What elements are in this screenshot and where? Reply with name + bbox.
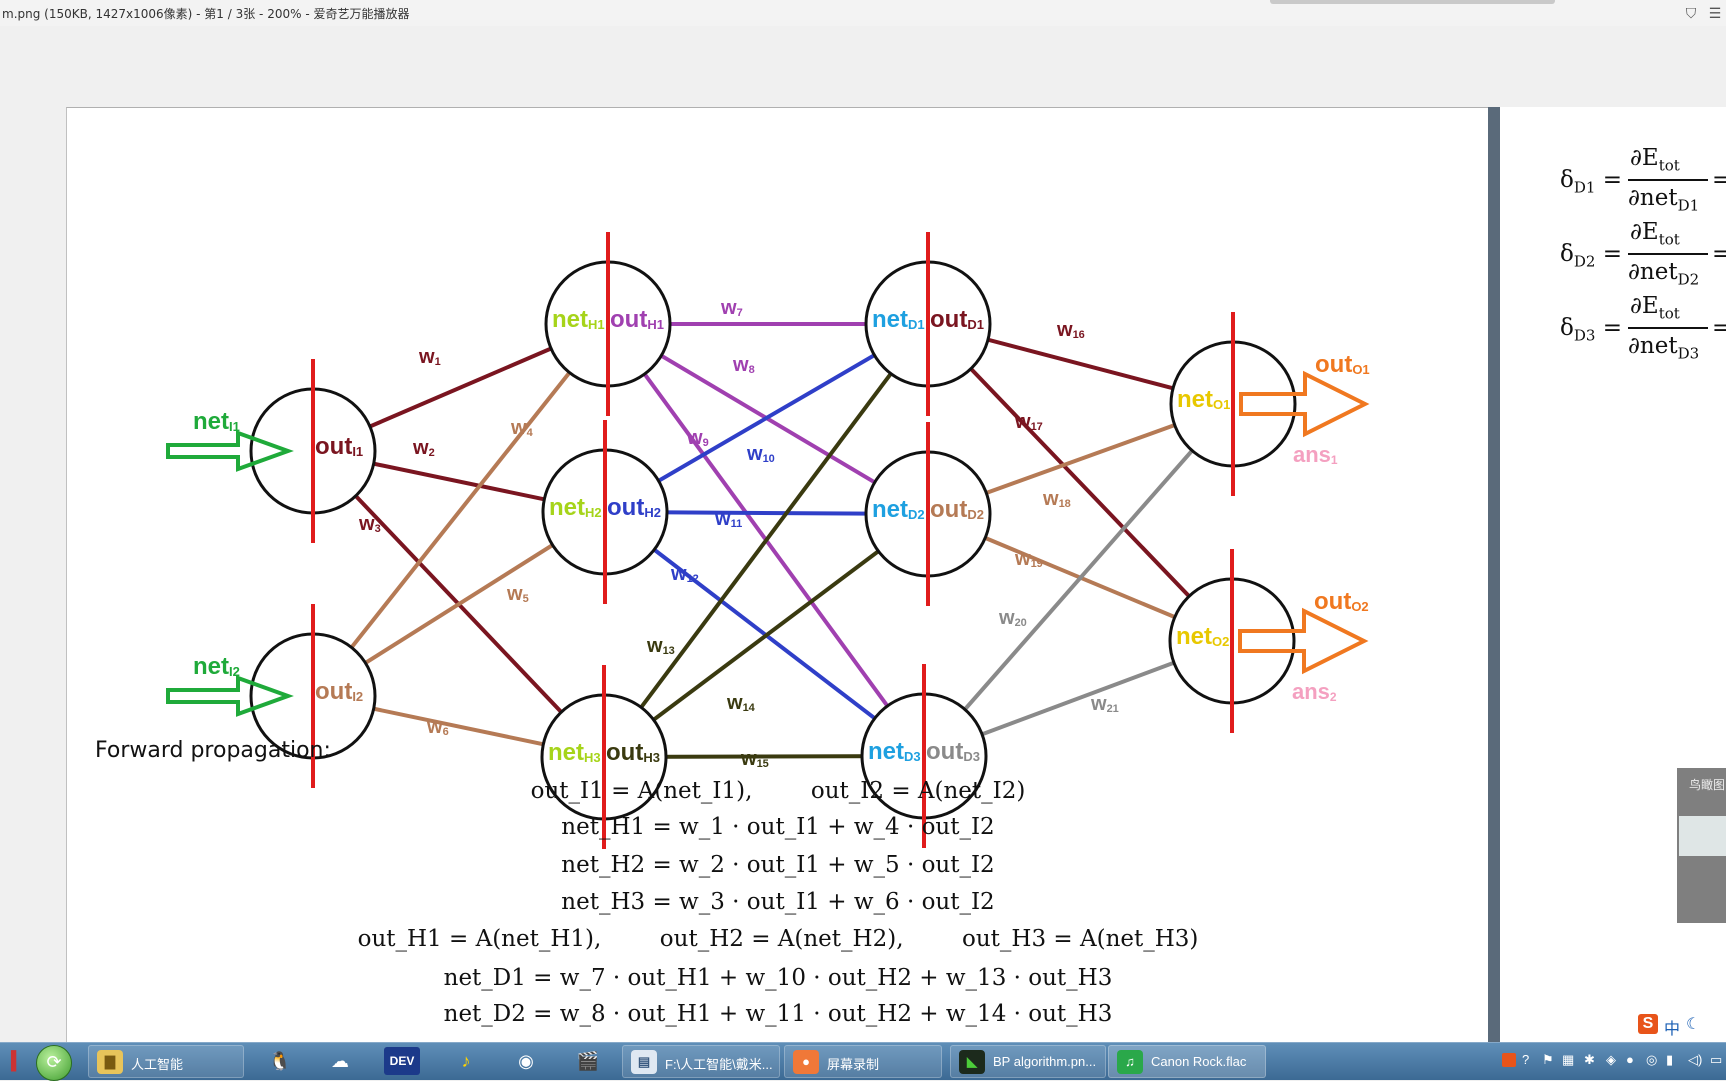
flag-icon[interactable]: ⚑ xyxy=(1542,1052,1554,1068)
forward-equation-4: net_H3 = w_3 · out_I1 + w_6 · out_I2 xyxy=(561,889,995,915)
page-separator xyxy=(1488,107,1500,1042)
forward-equation-6: net_D1 = w_7 · out_H1 + w_10 · out_H2 + … xyxy=(443,965,1113,991)
show-desktop-icon[interactable]: ▍ xyxy=(0,1046,36,1077)
help-icon[interactable]: ? xyxy=(1522,1052,1529,1067)
sogou-tray-icon[interactable] xyxy=(1502,1053,1516,1067)
taskbar-item-music[interactable]: ♫ Canon Rock.flac xyxy=(1108,1045,1266,1078)
power-icon[interactable]: ▮ xyxy=(1666,1052,1673,1068)
weight-label-17: w17 xyxy=(1014,411,1043,433)
forward-propagation-title: Forward propagation: xyxy=(95,738,331,763)
forward-equation-3: net_H2 = w_2 · out_I1 + w_5 · out_I2 xyxy=(561,852,995,878)
taskbar-label: F:\人工智能\戴米... xyxy=(665,1057,773,1072)
security-icon[interactable]: ◈ xyxy=(1606,1052,1616,1068)
weight-label-18: w18 xyxy=(1042,488,1071,510)
qq-icon[interactable]: 🐧 xyxy=(262,1046,298,1077)
output-out-label-1: outO1 xyxy=(1315,351,1370,378)
birdseye-title: 鸟瞰图 xyxy=(1689,778,1726,792)
weight-label-20: w20 xyxy=(998,607,1027,629)
record-icon: ● xyxy=(793,1050,819,1074)
taskbar-item-explorer[interactable]: ▤ F:\人工智能\戴米... xyxy=(622,1045,780,1078)
skin-icon[interactable]: ⛉ xyxy=(1682,4,1700,22)
taskbar-item-folder[interactable]: ▇ 人工智能 xyxy=(88,1045,244,1078)
delta-numerator: ∂Etot xyxy=(1630,293,1680,323)
birdseye-thumbnail[interactable] xyxy=(1679,816,1726,856)
image-page-1: outI1 netI1 outI2 netI2 netH1 outH1 netH2 outH2… xyxy=(66,107,1489,1043)
birdseye-panel[interactable]: 鸟瞰图 xyxy=(1677,768,1726,923)
taskbar-label: BP algorithm.pn... xyxy=(993,1054,1097,1069)
fraction-bar xyxy=(1628,253,1708,255)
delta-lhs: δD1 = xyxy=(1560,167,1623,197)
weight-label-14: w14 xyxy=(726,692,756,714)
title-search-field[interactable] xyxy=(1270,0,1555,4)
output-out-label-2: outO2 xyxy=(1314,588,1369,615)
weight-label-9: w9 xyxy=(686,427,709,449)
taskbar: ▍ ⟳ ▇ 人工智能 🐧 ☁ DEV ♪ ◉ 🎬 ▤ F:\人工智能\戴米...… xyxy=(0,1042,1726,1081)
delta-denominator: ∂netD1 xyxy=(1628,185,1700,215)
weight-label-6: w6 xyxy=(426,716,449,738)
delta-denominator: ∂netD2 xyxy=(1628,259,1700,289)
sogou-icon[interactable]: S xyxy=(1638,1014,1658,1034)
menu-icon[interactable]: ☰ xyxy=(1706,4,1724,22)
delta-lhs: δD3 = xyxy=(1560,315,1623,345)
folder-icon: ▇ xyxy=(97,1050,123,1074)
weight-label-1: w1 xyxy=(418,346,441,368)
start-button[interactable]: ⟳ xyxy=(36,1045,72,1081)
music-icon: ♫ xyxy=(1117,1050,1143,1074)
network-icon[interactable]: ▦ xyxy=(1562,1052,1574,1068)
volume-icon[interactable]: ◁) xyxy=(1688,1052,1702,1068)
forward-equation-1: out_I1 = A(net_I1), out_I2 = A(net_I2) xyxy=(530,778,1026,804)
title-bar: m.png (150KB, 1427x1006像素) - 第1 / 3张 - 2… xyxy=(0,0,1726,27)
weight-label-15: w15 xyxy=(740,748,769,770)
output-ans-label-1: ans1 xyxy=(1293,442,1338,467)
weight-edge-20 xyxy=(922,402,1235,758)
bluetooth-icon[interactable]: ✱ xyxy=(1584,1052,1595,1068)
fraction-bar xyxy=(1628,327,1708,329)
baidu-cloud-icon[interactable]: ☁ xyxy=(322,1046,358,1077)
taskbar-label: Canon Rock.flac xyxy=(1151,1054,1247,1069)
music-player-icon[interactable]: ♪ xyxy=(448,1046,484,1077)
delta-lhs: δD2 = xyxy=(1560,241,1623,271)
delta-numerator: ∂Etot xyxy=(1630,145,1680,175)
output-ans-label-2: ans2 xyxy=(1292,679,1337,704)
forward-equation-2: net_H1 = w_1 · out_I1 + w_4 · out_I2 xyxy=(561,814,995,840)
input-net-label-2: netI2 xyxy=(193,653,240,680)
input-net-label-1: netI1 xyxy=(193,408,240,435)
taskbar-item-recorder[interactable]: ● 屏幕录制 xyxy=(784,1045,942,1078)
forward-equation-7: net_D2 = w_8 · out_H1 + w_11 · out_H2 + … xyxy=(443,1001,1113,1027)
window-icon: ▤ xyxy=(631,1050,657,1074)
update-icon[interactable]: ◎ xyxy=(1646,1052,1657,1068)
display-icon[interactable]: ▭ xyxy=(1710,1052,1722,1068)
window-title: m.png (150KB, 1427x1006像素) - 第1 / 3张 - 2… xyxy=(2,7,410,21)
forward-equation-5: out_H1 = A(net_H1), out_H2 = A(net_H2), … xyxy=(357,926,1199,952)
weight-label-5: w5 xyxy=(506,583,529,605)
start-icon: ⟳ xyxy=(46,1052,62,1072)
taskbar-item-image-viewer[interactable]: ◣ BP algorithm.pn... xyxy=(950,1045,1106,1078)
system-tray: ? ⚑ ▦ ✱ ◈ ● ◎ ▮ ◁) ▭ xyxy=(1496,1047,1726,1077)
dev-cpp-icon[interactable]: DEV xyxy=(384,1047,420,1075)
weight-label-19: w19 xyxy=(1014,548,1043,570)
fraction-bar xyxy=(1628,179,1708,181)
weight-label-2: w2 xyxy=(412,437,435,459)
weight-label-16: w16 xyxy=(1056,319,1085,341)
image-viewer-icon: ◣ xyxy=(959,1050,985,1074)
weight-label-7: w7 xyxy=(720,297,743,319)
weight-label-8: w8 xyxy=(732,354,755,376)
taskbar-label: 屏幕录制 xyxy=(827,1057,880,1072)
weight-label-12: w12 xyxy=(670,563,699,585)
delta-denominator: ∂netD3 xyxy=(1628,333,1700,363)
taskbar-label: 人工智能 xyxy=(131,1057,184,1072)
weight-label-10: w10 xyxy=(746,443,775,465)
weight-label-21: w21 xyxy=(1090,693,1119,715)
ime-toolbar[interactable]: S 中 ☾ xyxy=(1636,1012,1726,1040)
moon-icon[interactable]: ☾ xyxy=(1686,1014,1700,1034)
ime-label[interactable]: 中 xyxy=(1664,1015,1680,1039)
delta-numerator: ∂Etot xyxy=(1630,219,1680,249)
chrome-icon[interactable]: ◉ xyxy=(508,1046,544,1077)
weight-label-13: w13 xyxy=(646,635,675,657)
antivirus-icon[interactable]: ● xyxy=(1626,1052,1634,1067)
video-editor-icon[interactable]: 🎬 xyxy=(570,1046,606,1077)
